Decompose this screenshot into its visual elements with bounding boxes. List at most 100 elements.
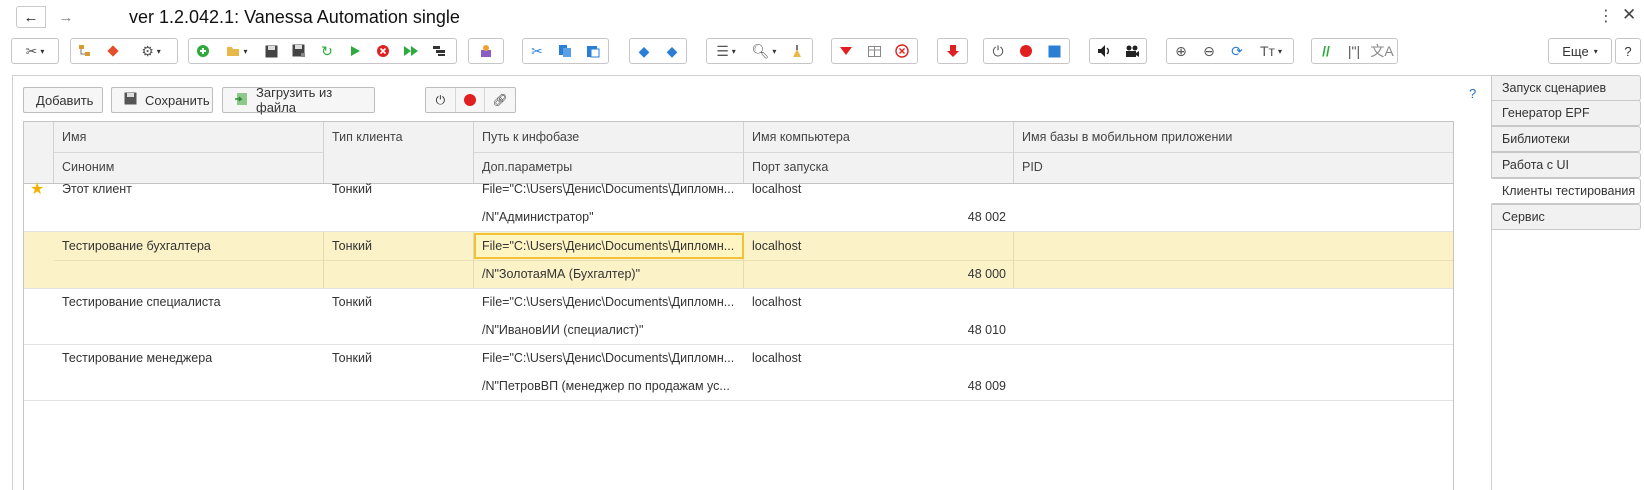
power-icon[interactable]: ⏻ — [984, 39, 1012, 63]
tools-dropdown[interactable]: ✂ ▾ — [11, 38, 59, 64]
launch-port: 48 002 — [967, 210, 1006, 224]
tools-icon[interactable]: ✂ ▾ — [12, 39, 58, 63]
translate-icon[interactable]: 文A — [1368, 39, 1396, 63]
sound-icon[interactable] — [1090, 39, 1118, 63]
copy-icon[interactable] — [551, 39, 579, 63]
save-all-icon[interactable] — [285, 39, 313, 63]
header-client-type[interactable]: Тип клиента — [324, 122, 474, 152]
floppy-icon — [124, 92, 137, 108]
tab-test-clients[interactable]: Клиенты тестирования — [1491, 178, 1641, 204]
infobase-path: File="C:\Users\Денис\Documents\Дипломн..… — [482, 295, 735, 309]
tree-icon[interactable] — [71, 39, 99, 63]
cut-icon[interactable]: ✂ — [523, 39, 551, 63]
list-icon: ☰ — [716, 42, 729, 59]
zoom-out-icon[interactable]: ⊖ — [1195, 39, 1223, 63]
computer-name: localhost — [752, 239, 802, 253]
star-icon: ★ — [30, 181, 45, 198]
tab-epf-generator[interactable]: Генератор EPF — [1491, 100, 1641, 126]
run-icon[interactable] — [341, 39, 369, 63]
launch-port: 48 000 — [967, 267, 1006, 281]
download-icon[interactable] — [938, 39, 967, 63]
computer-name: localhost — [752, 351, 802, 365]
stop-record-icon[interactable] — [1040, 39, 1068, 63]
forward-button[interactable]: → — [51, 6, 81, 28]
client-name: Тестирование менеджера — [62, 351, 213, 365]
tab-ui-work[interactable]: Работа с UI — [1491, 152, 1641, 178]
extra-params: /N"Администратор" — [482, 210, 594, 224]
tab-divider — [1491, 230, 1492, 490]
git-icon[interactable] — [99, 39, 127, 63]
video-icon[interactable] — [1118, 39, 1146, 63]
header-computer-name[interactable]: Имя компьютера — [744, 122, 1014, 152]
record-button[interactable] — [456, 88, 486, 112]
clean-icon[interactable] — [783, 39, 811, 63]
tab-service[interactable]: Сервис — [1491, 204, 1641, 230]
refresh-icon[interactable]: ↻ — [313, 39, 341, 63]
load-from-file-button[interactable]: Загрузить из файла — [222, 85, 375, 115]
header-infobase-path[interactable]: Путь к инфобазе — [474, 122, 744, 152]
client-type: Тонкий — [332, 239, 372, 253]
font-dropdown[interactable]: Tт ▾ — [1251, 39, 1291, 63]
toolbar-group-2: ▾ ↻ — [188, 38, 457, 64]
tab-run-scenarios[interactable]: Запуск сценариев — [1491, 75, 1641, 101]
infobase-path: File="C:\Users\Денис\Documents\Дипломн..… — [482, 182, 735, 196]
main-toolbar: ✂ ▾ ⚙ ▾ ▾ ↻ ✂ ◆ ◆ ☰ ▾ 🔍︎ ▾ ⏻ ⊕ ⊖ ⟳ Tт ▾ … — [0, 38, 1644, 68]
table-row[interactable]: Тестирование специалиста Тонкий File="C:… — [24, 288, 1453, 345]
collapse-group — [831, 38, 918, 64]
table-row[interactable]: ★ Этот клиент Тонкий File="C:\Users\Дени… — [24, 175, 1453, 232]
run-all-icon[interactable] — [397, 39, 425, 63]
side-tabs: Запуск сценариев Генератор EPF Библиотек… — [1491, 75, 1644, 490]
comment-icon[interactable]: // — [1312, 39, 1340, 63]
search-dropdown[interactable]: 🔍︎ ▾ — [745, 39, 783, 63]
search-icon: 🔍︎ — [751, 42, 770, 59]
steps-icon[interactable] — [425, 39, 453, 63]
close-icon[interactable]: ✕ — [1622, 5, 1636, 25]
list-dropdown[interactable]: ☰ ▾ — [707, 39, 745, 63]
add-button[interactable]: Добавить — [23, 87, 103, 113]
user-icon[interactable] — [469, 39, 503, 63]
paste-icon[interactable] — [579, 39, 607, 63]
stop-icon[interactable] — [369, 39, 397, 63]
sync-icon[interactable]: ⟳ — [1223, 39, 1251, 63]
text-group: // |"| 文A — [1311, 38, 1398, 64]
more-menu-icon[interactable]: ⋮ — [1598, 6, 1614, 26]
save-icon[interactable] — [257, 39, 285, 63]
collapse-icon[interactable] — [832, 39, 860, 63]
gear-icon: ⚙ — [141, 42, 154, 59]
table-row[interactable]: Тестирование менеджера Тонкий File="C:\U… — [24, 344, 1453, 401]
infobase-path-focused[interactable]: File="C:\Users\Денис\Documents\Дипломн..… — [474, 233, 744, 259]
help-button[interactable]: ? — [1615, 38, 1641, 64]
settings-dropdown[interactable]: ⚙ ▾ — [127, 39, 175, 63]
arrow-left-icon: ← — [23, 8, 39, 26]
launch-port: 48 010 — [967, 323, 1006, 337]
client-type: Тонкий — [332, 295, 372, 309]
move-left-icon[interactable]: ◆ — [630, 39, 658, 63]
form-help-link[interactable]: ? — [1469, 86, 1476, 101]
back-button[interactable]: ← — [16, 6, 46, 28]
download-group — [937, 38, 968, 64]
clients-table: Имя Тип клиента Путь к инфобазе Имя комп… — [23, 121, 1454, 490]
link-icon[interactable]: 🔗︎ — [485, 88, 515, 112]
extra-params: /N"ЗолотаяМА (Бухгалтер)" — [482, 267, 641, 281]
power-button[interactable]: ⏻ — [426, 88, 456, 112]
zoom-in-icon[interactable]: ⊕ — [1167, 39, 1195, 63]
add-icon[interactable] — [189, 39, 217, 63]
client-control-group: ⏻ 🔗︎ — [425, 87, 516, 113]
move-right-icon[interactable]: ◆ — [658, 39, 686, 63]
extra-params: /N"ИвановИИ (специалист)" — [482, 323, 644, 337]
record-icon[interactable] — [1012, 39, 1040, 63]
header-name[interactable]: Имя — [54, 122, 324, 152]
header-mobile-db-name[interactable]: Имя базы в мобильном приложении — [1014, 122, 1414, 152]
more-button[interactable]: Еще ▾ — [1548, 38, 1612, 64]
open-folder-dropdown[interactable]: ▾ — [217, 39, 257, 63]
save-button[interactable]: Сохранить — [111, 87, 213, 113]
toolbar-group-3 — [468, 38, 504, 64]
client-name: Этот клиент — [62, 182, 132, 196]
nav-group: ◆ ◆ — [629, 38, 687, 64]
table-row-selected[interactable]: Тестирование бухгалтера Тонкий File="C:\… — [24, 232, 1453, 289]
quotes-icon[interactable]: |"| — [1340, 39, 1368, 63]
clear-icon[interactable] — [888, 39, 916, 63]
tab-libraries[interactable]: Библиотеки — [1491, 126, 1641, 152]
launch-port: 48 009 — [967, 379, 1006, 393]
table-icon[interactable] — [860, 39, 888, 63]
